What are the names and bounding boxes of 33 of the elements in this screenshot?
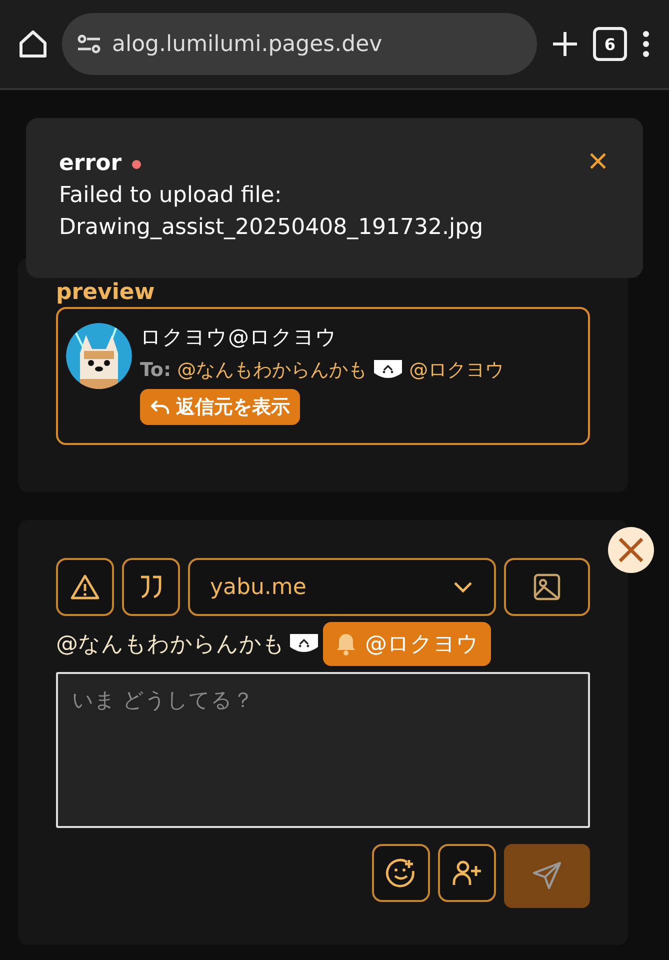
bell-icon <box>335 632 357 656</box>
warning-button[interactable] <box>56 558 114 616</box>
send-icon <box>531 860 563 892</box>
recipient-mention[interactable]: @ロクヨウ <box>409 357 504 383</box>
close-icon <box>616 535 646 565</box>
mention-text: @なんもわからんかも <box>56 631 285 659</box>
to-label: To: <box>140 359 172 381</box>
post-input[interactable]: いま どうしてる？ <box>56 672 590 828</box>
status-dot-icon <box>132 160 141 168</box>
site-settings-icon[interactable] <box>76 33 102 55</box>
menu-icon[interactable] <box>641 30 651 58</box>
new-tab-icon[interactable] <box>551 30 579 58</box>
image-button[interactable] <box>504 558 590 616</box>
reply-arrow-icon <box>150 398 170 416</box>
quote-button[interactable] <box>122 558 180 616</box>
warning-icon <box>70 573 100 601</box>
toast-message: Drawing_assist_20250408_191732.jpg <box>59 214 484 242</box>
image-icon <box>532 572 562 602</box>
close-button[interactable] <box>608 527 654 573</box>
smiley-plus-icon <box>385 857 417 889</box>
recipient-mention[interactable]: @なんもわからんかも <box>177 357 368 383</box>
url-text: alog.lumilumi.pages.dev <box>112 32 382 56</box>
address-bar[interactable]: alog.lumilumi.pages.dev <box>62 13 537 75</box>
server-select[interactable]: yabu.me <box>188 558 496 616</box>
add-user-button[interactable] <box>438 844 496 902</box>
toast-title: error <box>59 150 122 178</box>
emoji-button[interactable] <box>372 844 430 902</box>
chevron-down-icon <box>452 580 474 594</box>
preview-label: preview <box>56 280 156 305</box>
toast-message: Failed to upload file: <box>59 182 283 210</box>
home-icon[interactable] <box>18 29 48 59</box>
tab-count[interactable]: 6 <box>593 27 627 61</box>
author-name: ロクヨウ@ロクヨウ <box>140 324 338 351</box>
